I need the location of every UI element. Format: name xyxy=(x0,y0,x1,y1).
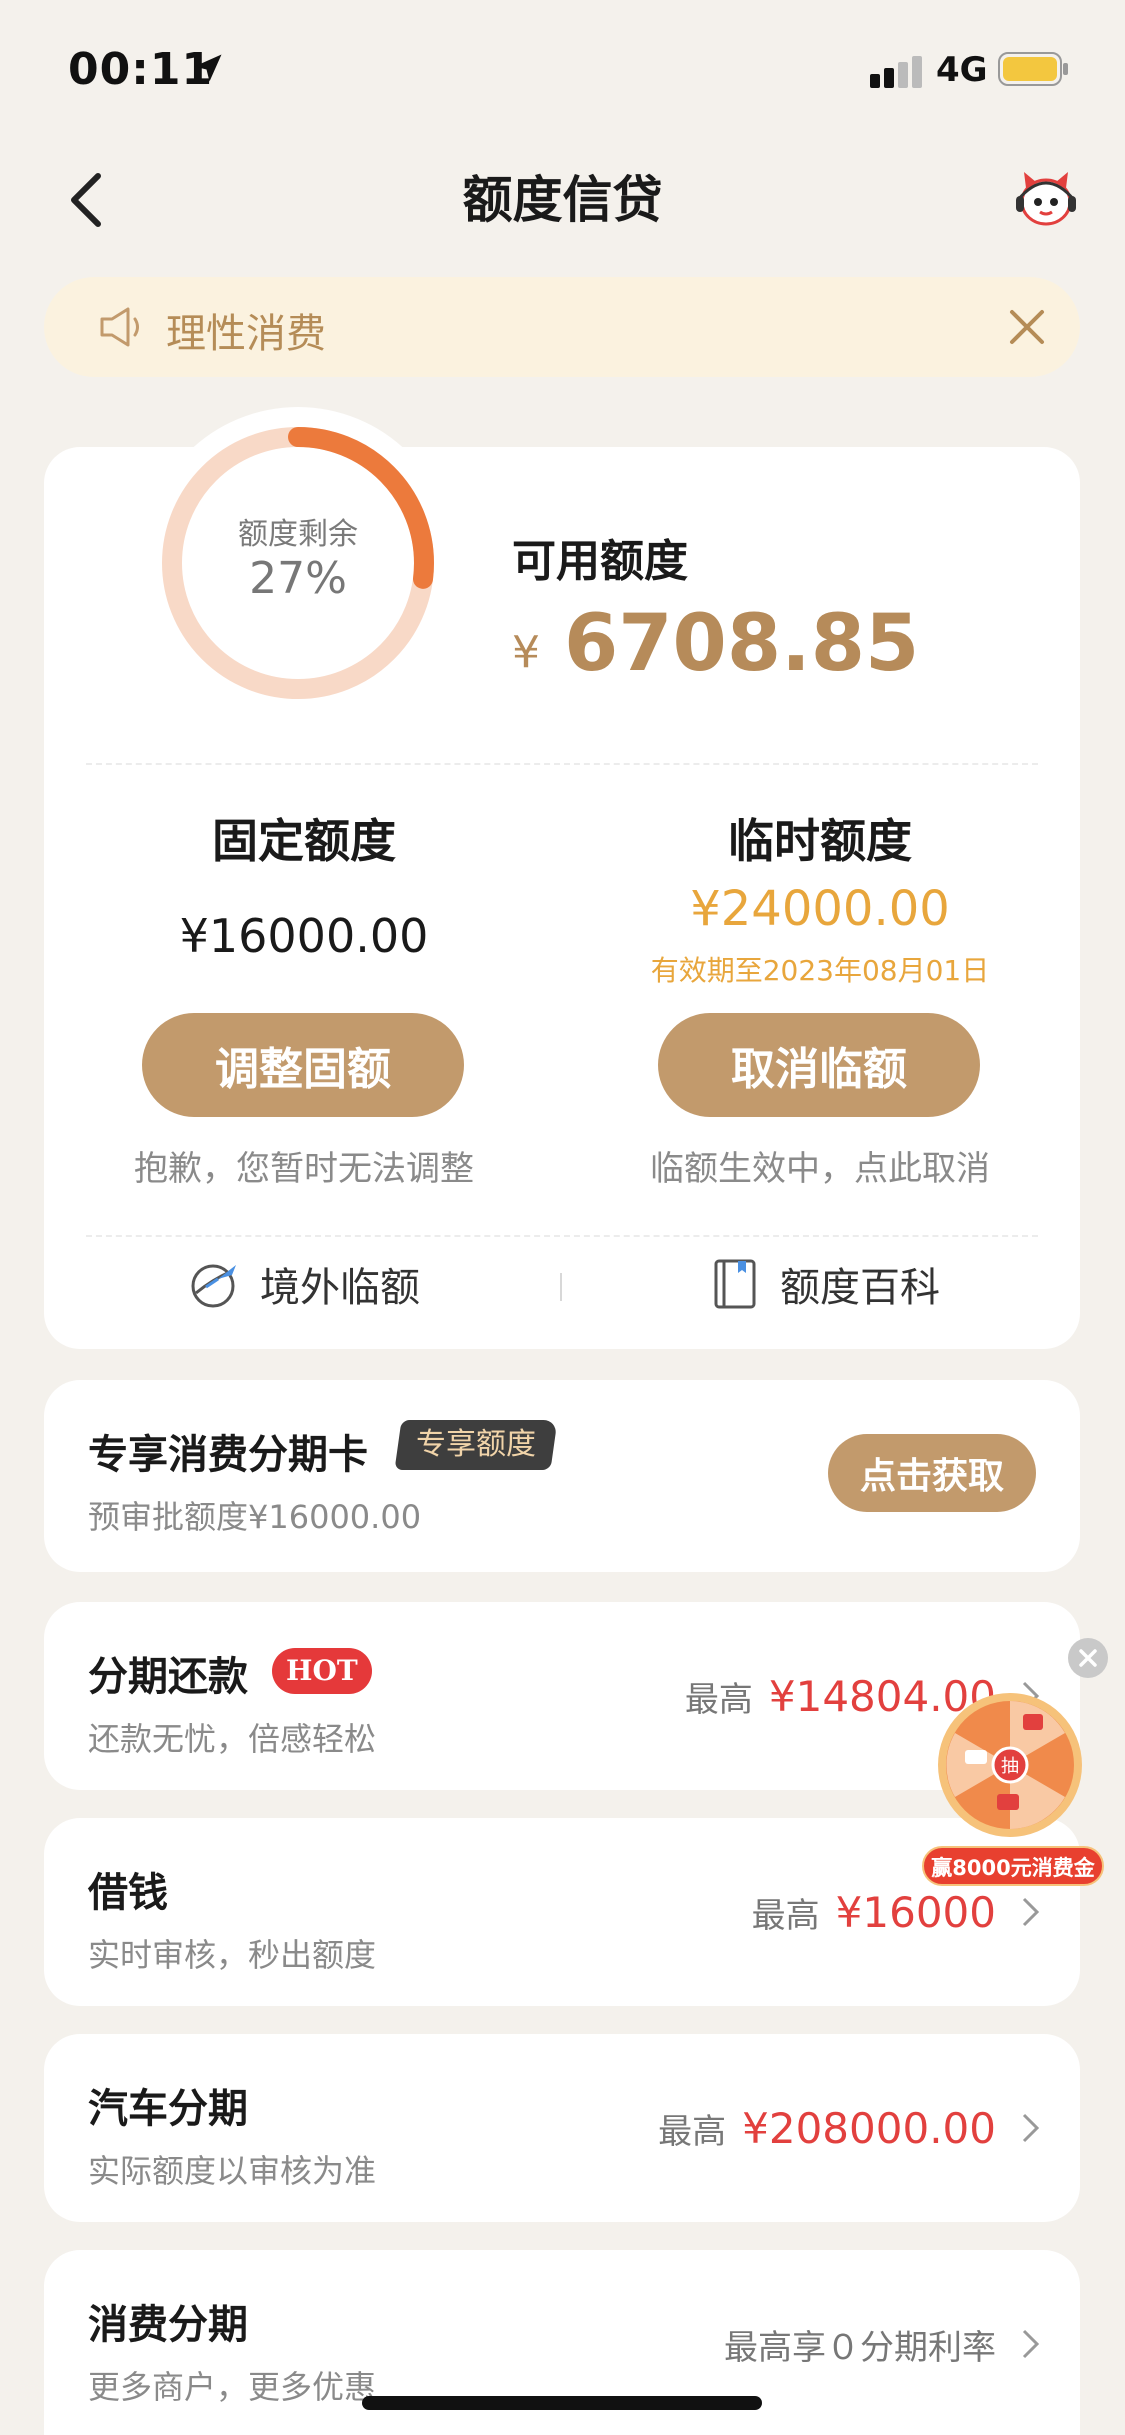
item-max-label: 最高 xyxy=(684,1679,753,1720)
wheel-center-label: 抽 xyxy=(1001,1756,1019,1777)
fixed-quota-amount: ¥16000.00 xyxy=(179,909,429,963)
item-max-amount: ¥16000 xyxy=(835,1887,996,1937)
item-max-label: 最高 xyxy=(751,1895,820,1936)
item-subtitle: 更多商户，更多优惠 xyxy=(88,2368,377,2406)
exclusive-card-subtitle: 预审批额度¥16000.00 xyxy=(88,1498,422,1536)
list-item-borrow[interactable]: 借钱 实时审核，秒出额度 最高 ¥16000 xyxy=(44,1818,1080,2006)
fixed-quota-title: 固定额度 xyxy=(212,814,396,868)
chevron-right-icon xyxy=(1022,1897,1040,1927)
item-rate-text: 最高享０分期利率 xyxy=(724,2327,996,2368)
network-label: 4G xyxy=(936,50,988,90)
chevron-right-icon xyxy=(1022,2329,1040,2359)
wheel-promo-banner[interactable]: 赢8000元消费金 xyxy=(922,1846,1104,1886)
quota-card: 额度剩余 27% 可用额度 ¥ 6708.85 固定额度 ¥16000.00 调… xyxy=(44,407,1080,1349)
temporary-quota-amount: ¥24000.00 xyxy=(690,881,950,937)
plane-globe-icon xyxy=(191,1264,236,1308)
item-subtitle: 还款无忧，倍感轻松 xyxy=(88,1720,377,1758)
item-title: 汽车分期 xyxy=(88,2086,248,2132)
home-indicator xyxy=(362,2396,762,2410)
location-arrow-icon xyxy=(194,54,222,82)
status-bar: 00:11 4G xyxy=(0,0,1125,140)
get-exclusive-card-button[interactable]: 点击获取 xyxy=(828,1434,1036,1512)
close-icon[interactable] xyxy=(1006,306,1048,348)
exclusive-card-title: 专享消费分期卡 xyxy=(88,1432,368,1478)
battery-icon xyxy=(998,52,1068,86)
temporary-quota-section: 临时额度 ¥24000.00 有效期至2023年08月01日 取消临额 临额生效… xyxy=(560,447,1080,1227)
item-subtitle: 实际额度以审核为准 xyxy=(88,2152,377,2190)
book-icon xyxy=(714,1259,756,1309)
cancel-temporary-quota-button[interactable]: 取消临额 xyxy=(658,1013,980,1117)
item-subtitle: 实时审核，秒出额度 xyxy=(88,1936,377,1974)
link-divider xyxy=(560,1273,562,1301)
chevron-right-icon xyxy=(1022,2113,1040,2143)
exclusive-installment-card[interactable]: 专享消费分期卡 专享额度 预审批额度¥16000.00 点击获取 xyxy=(44,1380,1080,1572)
temporary-quota-note[interactable]: 临额生效中，点此取消 xyxy=(560,1141,1080,1190)
item-rate: 最高享０分期利率 xyxy=(724,2250,1042,2435)
item-max: 最高 ¥208000.00 xyxy=(658,2034,1042,2222)
quota-wiki-link[interactable]: 额度百科 xyxy=(708,1249,940,1319)
fixed-quota-note: 抱歉，您暂时无法调整 xyxy=(134,1149,474,1189)
overseas-quota-label: 境外临额 xyxy=(260,1265,420,1311)
page-title: 额度信贷 xyxy=(462,171,663,229)
notice-banner[interactable]: 理性消费 xyxy=(44,277,1080,377)
notice-text: 理性消费 xyxy=(166,311,326,357)
hot-badge: HOT xyxy=(272,1648,372,1694)
customer-service-mascot-icon[interactable] xyxy=(1012,166,1080,230)
fixed-quota-section: 固定额度 ¥16000.00 调整固额 抱歉，您暂时无法调整 xyxy=(44,447,564,1227)
item-max-label: 最高 xyxy=(658,2111,727,2152)
lucky-wheel-icon[interactable]: 抽 xyxy=(935,1690,1085,1840)
overseas-quota-link[interactable]: 境外临额 xyxy=(188,1249,420,1319)
quota-wiki-label: 额度百科 xyxy=(780,1265,940,1311)
speaker-icon xyxy=(100,307,139,347)
item-title: 分期还款 xyxy=(88,1654,248,1700)
signal-icon xyxy=(870,56,922,88)
adjust-fixed-quota-button[interactable]: 调整固额 xyxy=(142,1013,464,1117)
close-icon[interactable] xyxy=(1068,1638,1108,1678)
item-title: 借钱 xyxy=(88,1870,168,1916)
list-item-car-installment[interactable]: 汽车分期 实际额度以审核为准 最高 ¥208000.00 xyxy=(44,2034,1080,2222)
list-item-installment-repayment[interactable]: 分期还款 HOT 还款无忧，倍感轻松 最高 ¥14804.00 xyxy=(44,1602,1080,1790)
divider xyxy=(86,1235,1038,1237)
item-max-amount: ¥208000.00 xyxy=(742,2103,996,2153)
temporary-quota-title: 临时额度 xyxy=(728,814,912,868)
exclusive-quota-tag: 专享额度 xyxy=(394,1420,558,1470)
temporary-quota-validity: 有效期至2023年08月01日 xyxy=(650,954,990,987)
item-title: 消费分期 xyxy=(88,2302,248,2348)
